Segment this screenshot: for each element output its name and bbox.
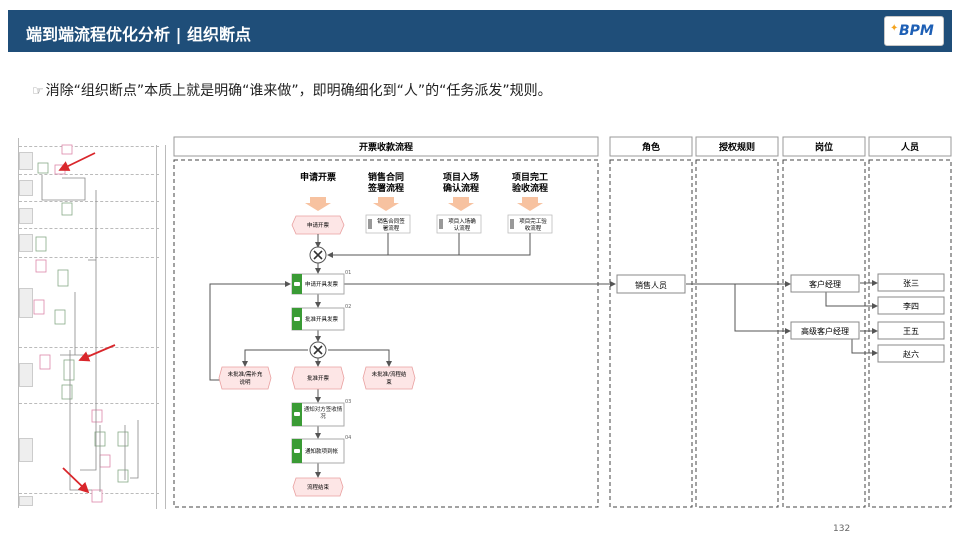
- assignment-chain: 销售人员 客户经理 高级客户经理 张三 李四 王五 赵六: [616, 273, 945, 363]
- person-4-label: 赵六: [903, 349, 919, 359]
- down-arrow-icon: [373, 197, 399, 211]
- red-pointer-arrow: [78, 344, 116, 362]
- down-arrow-icon: [517, 197, 543, 211]
- trigger-box-4-l2: 收流程: [525, 224, 542, 232]
- trigger-labels: 申请开票 销售合同 签署流程 项目入场 确认流程 项目完工 验收流程: [300, 171, 548, 194]
- trigger-arrows: [305, 197, 543, 211]
- diagram-canvas: 开票收款流程 角色 授权规则 岗位 人员 申请开票 销售合同 签署流程 项目入场…: [33, 136, 952, 508]
- trigger-box-1-text: 申请开票: [307, 221, 330, 229]
- trigger-box-3-l2: 认流程: [454, 224, 471, 232]
- trigger-1-title: 申请开票: [300, 171, 336, 183]
- step-4-number: 04: [345, 435, 351, 441]
- step-3-label: 通知对方签收情况: [303, 407, 343, 420]
- trigger-box-2-l1: 销售合同签: [377, 217, 405, 225]
- end-label: 流程结束: [307, 483, 330, 491]
- step-3-label-wrap: 通知对方签收情况: [303, 407, 343, 420]
- page-number: 132: [833, 524, 851, 534]
- subprocess-icon: [368, 219, 372, 229]
- step-1-number: 01: [345, 270, 351, 276]
- trigger-3-title-l2: 确认流程: [443, 182, 479, 194]
- branch-outcomes: 未批准/需补充 说明 批准开票 未批准/流程结 束 流程结束: [218, 366, 416, 497]
- red-pointer-arrow: [58, 152, 96, 171]
- down-arrow-icon: [305, 197, 331, 211]
- header-rule-label: 授权规则: [719, 141, 755, 153]
- trigger-box-4-l1: 项目完工验: [519, 217, 547, 225]
- down-arrow-icon: [448, 197, 474, 211]
- trigger-2-title-l2: 签署流程: [367, 182, 404, 194]
- trigger-boxes: 申请开票 销售合同签 署流程 项目入场确 认流程 项目完工验 收流程: [291, 214, 553, 235]
- trigger-2-title-l1: 销售合同: [368, 171, 404, 183]
- branch-left-l2: 说明: [239, 378, 251, 386]
- step-2-label: 批准开具发票: [305, 315, 339, 323]
- trigger-4-title-l1: 项目完工: [512, 171, 548, 183]
- thumbnail-mini-flow: [33, 144, 139, 503]
- step-1-label: 申请开具发票: [305, 280, 339, 288]
- process-steps: 申请开具发票 01 批准开具发票 02 通知对方签收情况 03 通知款项到帐 0…: [291, 270, 351, 464]
- post-1-label: 客户经理: [809, 279, 841, 289]
- column-headers: 开票收款流程 角色 授权规则 岗位 人员: [173, 136, 952, 157]
- branch-right-l1: 未批准/流程结: [372, 370, 407, 378]
- person-1-label: 张三: [903, 279, 919, 288]
- person-2-label: 李四: [903, 301, 919, 311]
- trigger-box-3-l1: 项目入场确: [448, 217, 476, 225]
- step-2-number: 02: [345, 304, 351, 310]
- process-lane: [173, 159, 599, 508]
- step-4-label: 通知款项到帐: [305, 447, 339, 455]
- trigger-box-2-l2: 署流程: [383, 224, 400, 232]
- branch-left-l1: 未批准/需补充: [228, 370, 263, 378]
- branch-middle-label: 批准开票: [307, 374, 330, 382]
- branch-right-l2: 束: [386, 379, 392, 386]
- header-post-label: 岗位: [815, 141, 833, 153]
- red-pointer-arrow: [62, 467, 90, 494]
- header-role-label: 角色: [642, 141, 660, 153]
- person-3-label: 王五: [903, 327, 919, 336]
- role-lane: [609, 159, 693, 508]
- post-2-label: 高级客户经理: [801, 326, 849, 336]
- rule-lane: [695, 159, 779, 508]
- trigger-4-title-l2: 验收流程: [512, 182, 548, 194]
- subprocess-icon: [439, 219, 443, 229]
- subprocess-icon: [510, 219, 514, 229]
- step-3-number: 03: [345, 399, 351, 405]
- header-person-label: 人员: [900, 141, 919, 153]
- role-label: 销售人员: [635, 280, 667, 290]
- trigger-3-title-l1: 项目入场: [443, 171, 479, 183]
- header-process-label: 开票收款流程: [359, 141, 413, 153]
